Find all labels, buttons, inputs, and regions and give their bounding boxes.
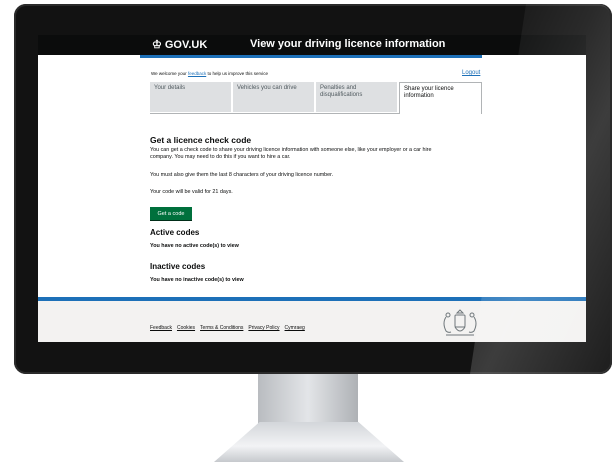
monitor-stand-neck bbox=[258, 374, 358, 426]
intro-line2: company. You may need to do this if you … bbox=[150, 154, 291, 160]
footer-link-privacy[interactable]: Privacy Policy bbox=[248, 325, 279, 331]
tab-label-line2: information bbox=[404, 93, 434, 99]
validity-note: Your code will be valid for 21 days. bbox=[150, 189, 233, 195]
tab-underline bbox=[150, 113, 399, 114]
footer-link-cookies[interactable]: Cookies bbox=[177, 325, 195, 331]
footer-link-cymraeg[interactable]: Cymraeg bbox=[285, 325, 305, 331]
banner-prefix: We welcome your bbox=[151, 71, 187, 76]
logo-text: GOV.UK bbox=[164, 38, 208, 51]
header-accent-line bbox=[140, 55, 482, 58]
footer-link-terms[interactable]: Terms & Conditions bbox=[200, 325, 243, 331]
tab-share-licence[interactable]: Share your licence information bbox=[399, 82, 482, 114]
crown-icon: ♔ bbox=[152, 39, 162, 51]
logout-link[interactable]: Logout bbox=[462, 70, 480, 76]
intro-paragraph: You can get a check code to share your d… bbox=[150, 147, 431, 161]
royal-coat-of-arms-icon bbox=[443, 309, 477, 336]
tab-label: Your details bbox=[154, 85, 186, 91]
service-title: View your driving licence information bbox=[250, 38, 446, 50]
tab-label-line1: Penalties and bbox=[320, 85, 357, 91]
inactive-codes-heading: Inactive codes bbox=[150, 262, 206, 271]
tab-label: Vehicles you can drive bbox=[237, 85, 297, 91]
licence-number-note: You must also give them the last 8 chara… bbox=[150, 172, 334, 178]
banner-suffix: to help us improve this service bbox=[207, 71, 269, 76]
tab-label-line2: disqualifications bbox=[320, 92, 363, 98]
tab-label-line1: Share your licence bbox=[404, 86, 454, 92]
feedback-link[interactable]: feedback bbox=[188, 71, 206, 76]
page-heading: Get a licence check code bbox=[150, 135, 252, 145]
tab-list: Your details Vehicles you can drive Pena… bbox=[150, 82, 482, 114]
footer-link-feedback[interactable]: Feedback bbox=[150, 325, 172, 331]
get-a-code-button[interactable]: Get a code bbox=[150, 207, 192, 220]
tab-penalties[interactable]: Penalties and disqualifications bbox=[316, 82, 397, 112]
tab-your-details[interactable]: Your details bbox=[150, 82, 231, 112]
footer-links: Feedback Cookies Terms & Conditions Priv… bbox=[150, 325, 305, 331]
govuk-header: ♔ GOV.UK View your driving licence infor… bbox=[38, 35, 586, 55]
govuk-logo[interactable]: ♔ GOV.UK bbox=[152, 38, 208, 52]
feedback-banner: We welcome your feedback to help us impr… bbox=[151, 71, 268, 76]
inactive-codes-empty: You have no inactive code(s) to view bbox=[150, 277, 244, 283]
intro-line1: You can get a check code to share your d… bbox=[150, 147, 432, 153]
tab-vehicles[interactable]: Vehicles you can drive bbox=[233, 82, 314, 112]
active-codes-empty: You have no active code(s) to view bbox=[150, 243, 239, 249]
monitor-stand-base bbox=[214, 422, 404, 462]
active-codes-heading: Active codes bbox=[150, 228, 200, 237]
